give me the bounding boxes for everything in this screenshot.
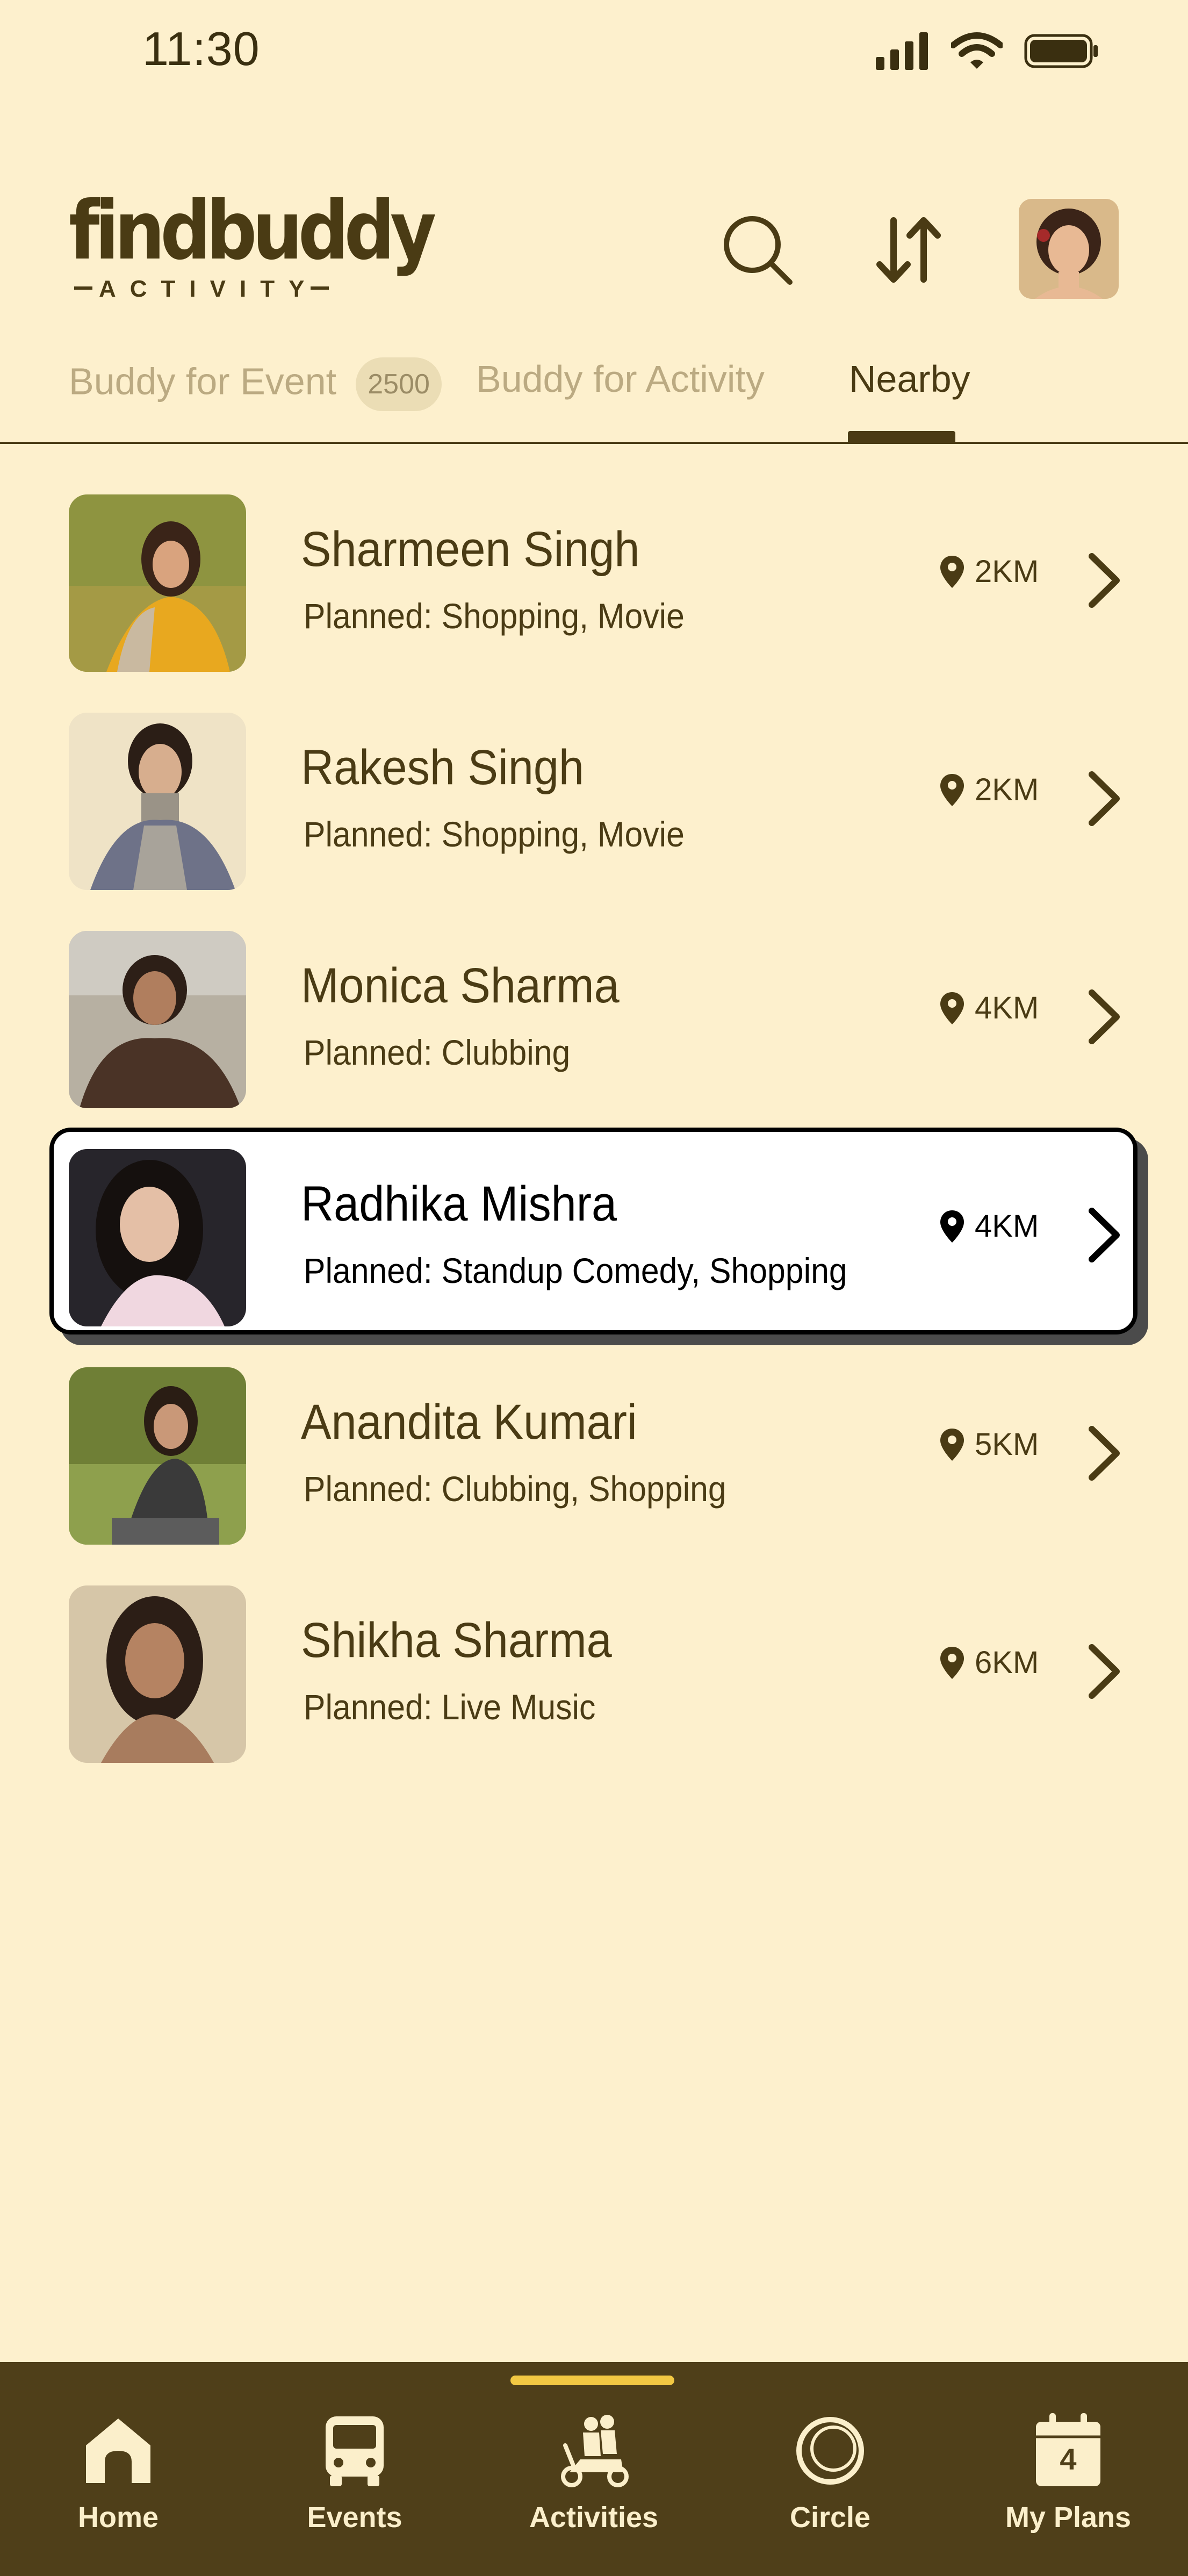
planned-activities: Planned: Shopping, Movie xyxy=(304,596,685,636)
search-button[interactable] xyxy=(715,207,801,293)
list-item-selected[interactable]: Radhika Mishra Planned: Standup Comedy, … xyxy=(0,1128,1188,1334)
person-photo xyxy=(69,931,246,1108)
person-photo xyxy=(69,713,246,890)
bottom-navigation: Home Events Activities Circle 4 My Plans xyxy=(0,2362,1188,2576)
nav-my-plans[interactable]: 4 My Plans xyxy=(988,2410,1149,2534)
planned-activities: Planned: Shopping, Movie xyxy=(304,814,685,854)
nav-circle[interactable]: Circle xyxy=(750,2410,911,2534)
sort-icon xyxy=(876,217,941,283)
distance: 2KM xyxy=(940,772,1039,808)
tab-label: Buddy for Event xyxy=(69,360,337,403)
distance-value: 4KM xyxy=(975,991,1039,1025)
chevron-right-icon[interactable] xyxy=(1085,1206,1123,1265)
list-item[interactable]: Rakesh Singh Planned: Shopping, Movie 2K… xyxy=(0,707,1188,890)
distance: 4KM xyxy=(940,990,1039,1026)
cellular-signal-icon xyxy=(876,32,928,70)
nav-label: Events xyxy=(307,2501,402,2534)
distance-value: 6KM xyxy=(975,1645,1039,1680)
profile-avatar[interactable] xyxy=(1019,199,1119,299)
distance: 6KM xyxy=(940,1645,1039,1681)
person-name: Anandita Kumari xyxy=(301,1395,637,1450)
person-photo xyxy=(69,1585,246,1763)
person-name: Shikha Sharma xyxy=(301,1613,612,1668)
active-nav-indicator xyxy=(510,2376,674,2385)
list-item[interactable]: Sharmeen Singh Planned: Shopping, Movie … xyxy=(0,489,1188,672)
wifi-icon xyxy=(951,32,1003,69)
nav-label: Circle xyxy=(789,2501,871,2534)
person-photo xyxy=(69,494,246,672)
distance: 2KM xyxy=(940,554,1039,590)
distance: 5KM xyxy=(940,1426,1039,1462)
nav-label: My Plans xyxy=(1005,2501,1132,2534)
chevron-right-icon[interactable] xyxy=(1085,1642,1123,1701)
location-pin-icon xyxy=(940,992,964,1024)
tab-label: Nearby xyxy=(849,358,970,400)
distance-value: 4KM xyxy=(975,1209,1039,1244)
person-name: Radhika Mishra xyxy=(301,1176,617,1231)
nav-activities[interactable]: Activities xyxy=(513,2410,674,2534)
distance: 4KM xyxy=(940,1208,1039,1244)
search-icon xyxy=(724,216,793,285)
person-name: Monica Sharma xyxy=(301,958,620,1013)
circle-icon xyxy=(796,2417,864,2485)
planned-activities: Planned: Clubbing xyxy=(304,1032,571,1072)
tab-label: Buddy for Activity xyxy=(476,358,765,400)
nav-label: Home xyxy=(77,2501,159,2534)
status-icons xyxy=(876,30,1099,73)
tab-buddy-for-activity[interactable]: Buddy for Activity xyxy=(476,357,765,400)
calendar-day: 4 xyxy=(1060,2442,1077,2476)
scooter-icon xyxy=(561,2415,629,2487)
distance-value: 2KM xyxy=(975,554,1039,589)
distance-value: 5KM xyxy=(975,1427,1039,1462)
nav-events[interactable]: Events xyxy=(274,2410,435,2534)
location-pin-icon xyxy=(940,773,964,806)
chevron-right-icon[interactable] xyxy=(1085,769,1123,828)
status-time: 11:30 xyxy=(142,22,260,75)
planned-activities: Planned: Live Music xyxy=(304,1687,596,1727)
logo-wordmark: findbuddy xyxy=(69,184,436,278)
person-photo xyxy=(69,1149,246,1326)
nav-label: Activities xyxy=(529,2501,659,2534)
app-logo: findbuddy ACTIVITY xyxy=(69,184,436,309)
list-item[interactable]: Monica Sharma Planned: Clubbing 4KM xyxy=(0,925,1188,1108)
tab-buddy-for-event[interactable]: Buddy for Event 2500 xyxy=(69,357,442,411)
planned-activities: Planned: Standup Comedy, Shopping xyxy=(304,1251,847,1290)
location-pin-icon xyxy=(940,1210,964,1243)
bus-icon xyxy=(326,2416,384,2486)
tab-nearby[interactable]: Nearby xyxy=(849,357,970,400)
active-tab-indicator xyxy=(848,431,955,442)
chevron-right-icon[interactable] xyxy=(1085,987,1123,1046)
list-item[interactable]: Anandita Kumari Planned: Clubbing, Shopp… xyxy=(0,1362,1188,1545)
location-pin-icon xyxy=(940,1428,964,1461)
battery-icon xyxy=(1024,34,1098,68)
list-item[interactable]: Shikha Sharma Planned: Live Music 6KM xyxy=(0,1580,1188,1763)
person-name: Sharmeen Singh xyxy=(301,522,640,577)
person-photo xyxy=(69,1367,246,1545)
avatar xyxy=(1019,199,1119,299)
tab-divider xyxy=(0,442,1188,444)
nav-home[interactable]: Home xyxy=(38,2410,199,2534)
sort-button[interactable] xyxy=(865,207,951,293)
logo-subtitle: ACTIVITY xyxy=(74,276,329,303)
event-count-badge: 2500 xyxy=(356,357,442,411)
home-icon xyxy=(86,2419,150,2483)
planned-activities: Planned: Clubbing, Shopping xyxy=(304,1469,726,1509)
distance-value: 2KM xyxy=(975,772,1039,807)
person-name: Rakesh Singh xyxy=(301,740,584,795)
location-pin-icon xyxy=(940,555,964,588)
chevron-right-icon[interactable] xyxy=(1085,551,1123,610)
location-pin-icon xyxy=(940,1646,964,1679)
chevron-right-icon[interactable] xyxy=(1085,1424,1123,1483)
